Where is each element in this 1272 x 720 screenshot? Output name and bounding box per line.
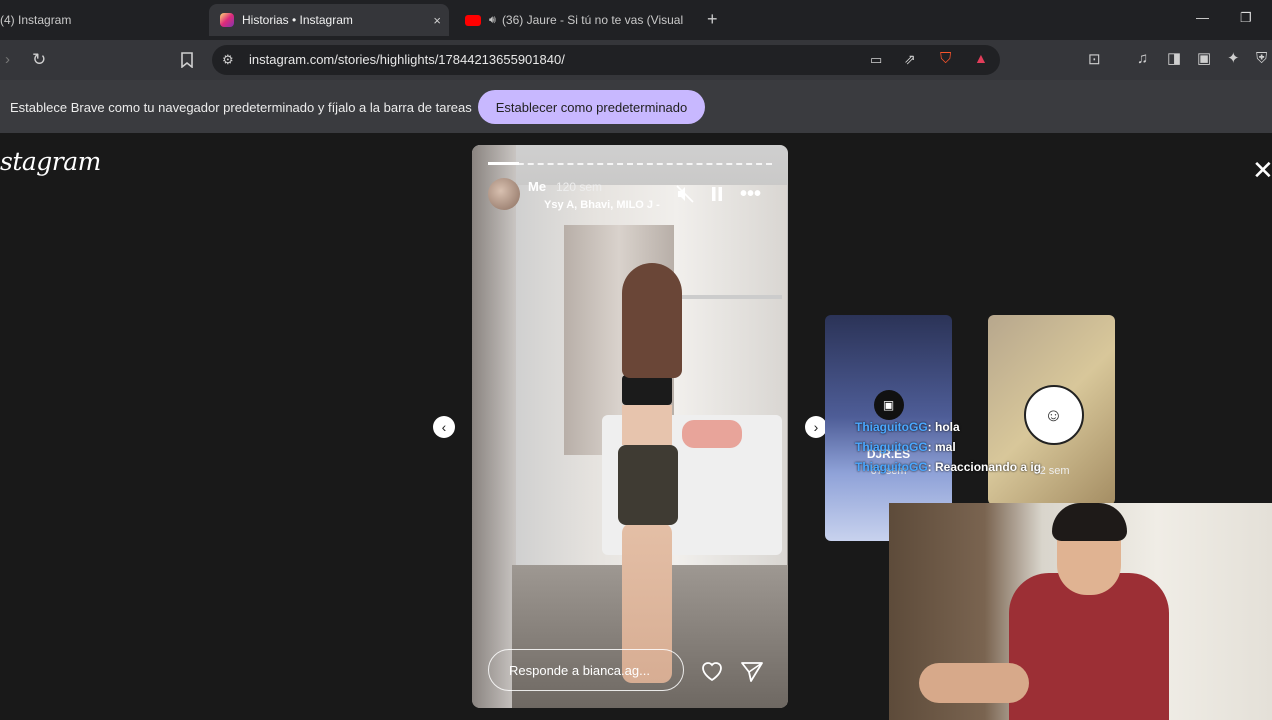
story-time: 120 sem	[556, 180, 603, 194]
minimize-button[interactable]: —	[1196, 10, 1209, 25]
more-icon[interactable]: •••	[740, 184, 761, 204]
brave-rewards-icon[interactable]: ▲	[974, 51, 988, 65]
infobar-message: Establece Brave como tu navegador predet…	[10, 100, 472, 115]
browser-toolbar: › ↻ ⚙ instagram.com/stories/highlights/1…	[0, 40, 1272, 80]
previous-story-button[interactable]: ‹	[433, 416, 455, 438]
share-icon[interactable]: ⇗	[904, 52, 916, 66]
tab-youtube[interactable]: 🔊︎ (36) Jaure - Si tú no te vas (Visual	[465, 4, 685, 36]
story-username[interactable]: Me	[528, 179, 546, 194]
leo-ai-icon[interactable]: ✦	[1227, 51, 1240, 66]
reload-icon[interactable]: ↻	[32, 51, 46, 68]
send-icon[interactable]	[740, 661, 764, 687]
tab-instagram[interactable]: (4) Instagram	[0, 4, 205, 36]
address-text: instagram.com/stories/highlights/1784421…	[249, 52, 565, 67]
default-browser-infobar: Establece Brave como tu navegador predet…	[0, 80, 1272, 133]
new-tab-button[interactable]: +	[707, 9, 718, 30]
tab-label: Historias • Instagram	[242, 13, 353, 27]
tab-strip: (4) Instagram Historias • Instagram × 🔊︎…	[0, 0, 1272, 40]
brave-shield-icon[interactable]: ⛉	[940, 51, 951, 66]
chat-message: ThiaguitoGG: hola	[855, 420, 960, 434]
set-default-button[interactable]: Establecer como predeterminado	[478, 90, 705, 124]
vpn-icon[interactable]: ⛨	[1256, 51, 1267, 66]
media-icon[interactable]: ♫	[1137, 51, 1148, 66]
story-preview-food[interactable]: ☺ 62 sem	[988, 315, 1115, 505]
tab-historias[interactable]: Historias • Instagram ×	[209, 4, 449, 36]
extensions-icon[interactable]: ⊡	[1088, 52, 1101, 67]
preview-avatar: ▣	[873, 390, 904, 420]
instagram-logo[interactable]: stagram	[0, 147, 101, 176]
chat-message: ThiaguitoGG: mal	[855, 440, 956, 454]
close-tab-icon[interactable]: ×	[433, 13, 441, 28]
pause-icon[interactable]	[710, 186, 724, 206]
cast-icon[interactable]: ▭	[870, 53, 882, 66]
reply-input[interactable]: Responde a bianca.ag...	[488, 649, 684, 691]
close-stories-button[interactable]: ✕	[1252, 155, 1272, 186]
preview-avatar: ☺	[1023, 385, 1084, 445]
forward-icon[interactable]: ›	[5, 52, 10, 67]
next-story-button[interactable]: ›	[805, 416, 827, 438]
chevron-left-icon: ‹	[441, 419, 447, 435]
story-viewer[interactable]: Me 120 sem Ysy A, Bhavi, MILO J - ••• Re…	[472, 145, 788, 708]
tab-label: (36) Jaure - Si tú no te vas (Visual	[501, 13, 684, 27]
story-progress-track	[488, 163, 772, 165]
chevron-right-icon: ›	[813, 419, 819, 435]
bookmark-icon[interactable]	[180, 52, 194, 71]
webcam-overlay	[889, 503, 1272, 720]
heart-icon[interactable]	[700, 660, 724, 686]
reply-placeholder: Responde a bianca.ag...	[509, 662, 650, 678]
story-song[interactable]: Ysy A, Bhavi, MILO J -	[544, 199, 660, 211]
site-info-icon[interactable]: ⚙	[222, 53, 234, 66]
address-bar[interactable]: ⚙ instagram.com/stories/highlights/17844…	[212, 45, 1000, 75]
tab-label: (4) Instagram	[0, 13, 72, 27]
instagram-icon	[220, 13, 234, 27]
speaker-icon[interactable]: 🔊︎	[489, 14, 496, 27]
wallet-icon[interactable]: ▣	[1197, 51, 1211, 66]
chat-message: ThiaguitoGG: Reaccionando a ig	[855, 460, 1042, 474]
avatar[interactable]	[488, 178, 520, 210]
sidebar-icon[interactable]: ◨	[1167, 51, 1181, 66]
youtube-icon	[465, 14, 481, 26]
mute-icon[interactable]	[676, 185, 694, 207]
restore-button[interactable]: ❐	[1240, 10, 1252, 26]
story-progress-bar	[488, 162, 519, 165]
